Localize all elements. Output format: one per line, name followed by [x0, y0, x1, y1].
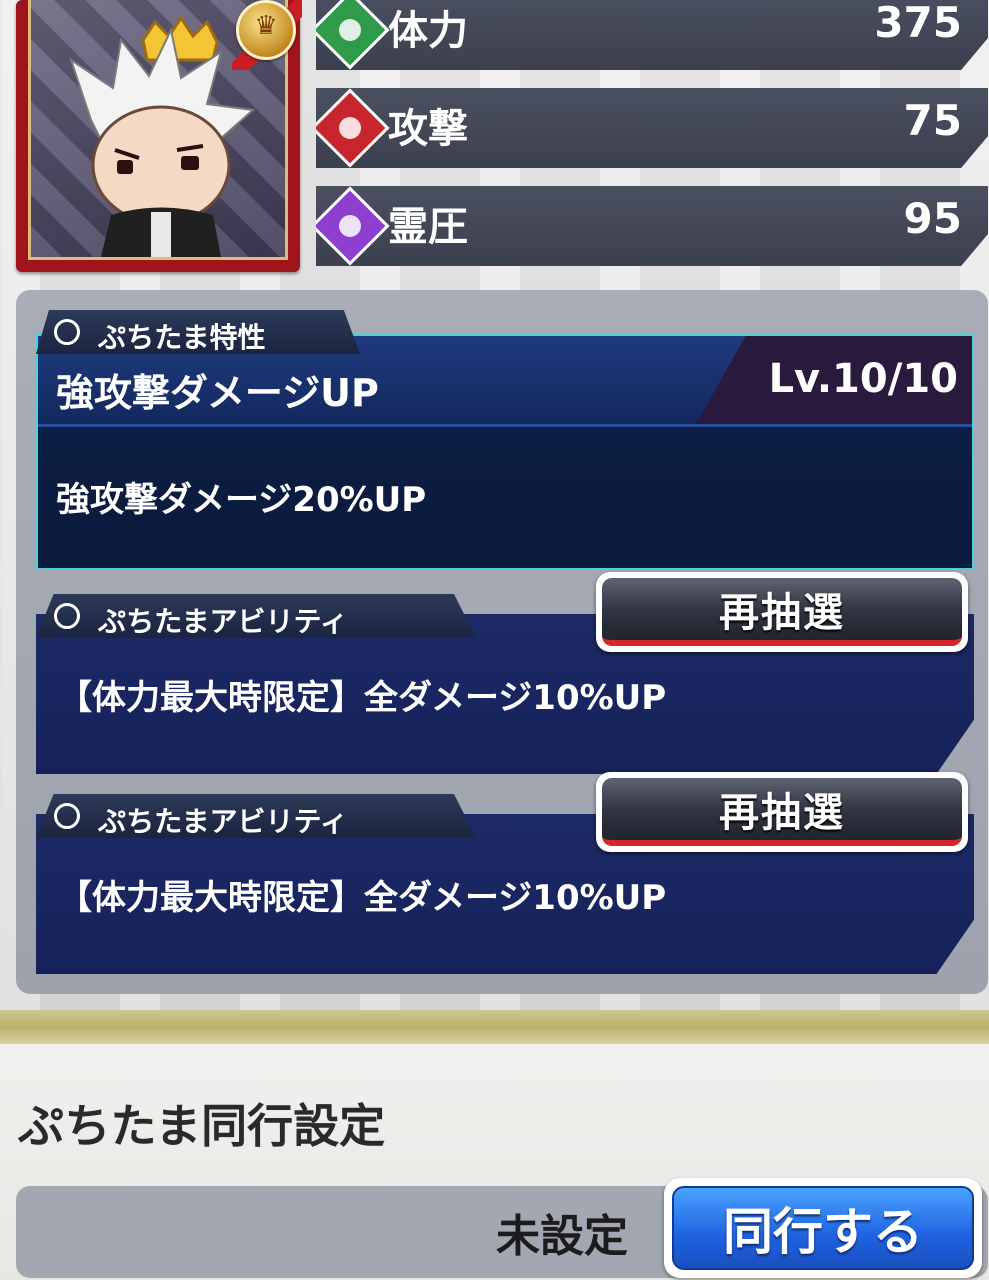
- reroll-label: 再抽選: [719, 790, 845, 836]
- ability-tag-1: ぷちたまアビリティ: [36, 594, 476, 638]
- spirit-flame-icon: [316, 186, 390, 266]
- crossed-swords-icon: [316, 88, 390, 168]
- reroll-label: 再抽選: [719, 590, 845, 636]
- swan-icon: [54, 603, 80, 629]
- character-portrait[interactable]: ♛: [16, 0, 302, 272]
- stat-label: 体力: [388, 8, 468, 54]
- companion-title: ぷちたま同行設定: [18, 1099, 386, 1153]
- join-button[interactable]: 同行する: [664, 1178, 982, 1278]
- leaf-icon: [316, 0, 390, 70]
- trait-box: 強攻撃ダメージUP Lv.10/10 強攻撃ダメージ20%UP: [36, 334, 974, 570]
- crown-medal-icon: ♛: [236, 0, 296, 60]
- trait-icon: [54, 319, 80, 345]
- trait-tag: ぷちたま特性: [36, 310, 360, 354]
- stat-hp: 体力 375: [316, 0, 988, 70]
- reroll-button-1[interactable]: 再抽選: [596, 572, 968, 652]
- stat-value: 75: [903, 96, 962, 145]
- stat-spirit: 霊圧 95: [316, 186, 988, 266]
- ability-tag-2: ぷちたまアビリティ: [36, 794, 476, 838]
- ability-description: 【体力最大時限定】全ダメージ10%UP: [58, 678, 667, 718]
- trait-tag-label: ぷちたま特性: [98, 321, 266, 354]
- trait-level-badge: Lv.10/10: [696, 336, 972, 424]
- trait-level: Lv.10/10: [768, 356, 958, 402]
- trait-description: 強攻撃ダメージ20%UP: [56, 480, 427, 520]
- stat-label: 霊圧: [388, 204, 468, 250]
- stat-value: 95: [903, 194, 962, 243]
- stat-attack: 攻撃 75: [316, 88, 988, 168]
- stat-value: 375: [874, 0, 962, 47]
- section-divider: [0, 1010, 989, 1044]
- ability-tag-label: ぷちたまアビリティ: [98, 805, 348, 838]
- trait-name: 強攻撃ダメージUP: [56, 371, 379, 415]
- reroll-button-2[interactable]: 再抽選: [596, 772, 968, 852]
- stat-label: 攻撃: [388, 106, 468, 152]
- swan-icon: [54, 803, 80, 829]
- ability-description: 【体力最大時限定】全ダメージ10%UP: [58, 878, 667, 918]
- companion-status: 未設定: [496, 1211, 628, 1262]
- join-button-label: 同行する: [723, 1203, 923, 1261]
- ability-tag-label: ぷちたまアビリティ: [98, 605, 348, 638]
